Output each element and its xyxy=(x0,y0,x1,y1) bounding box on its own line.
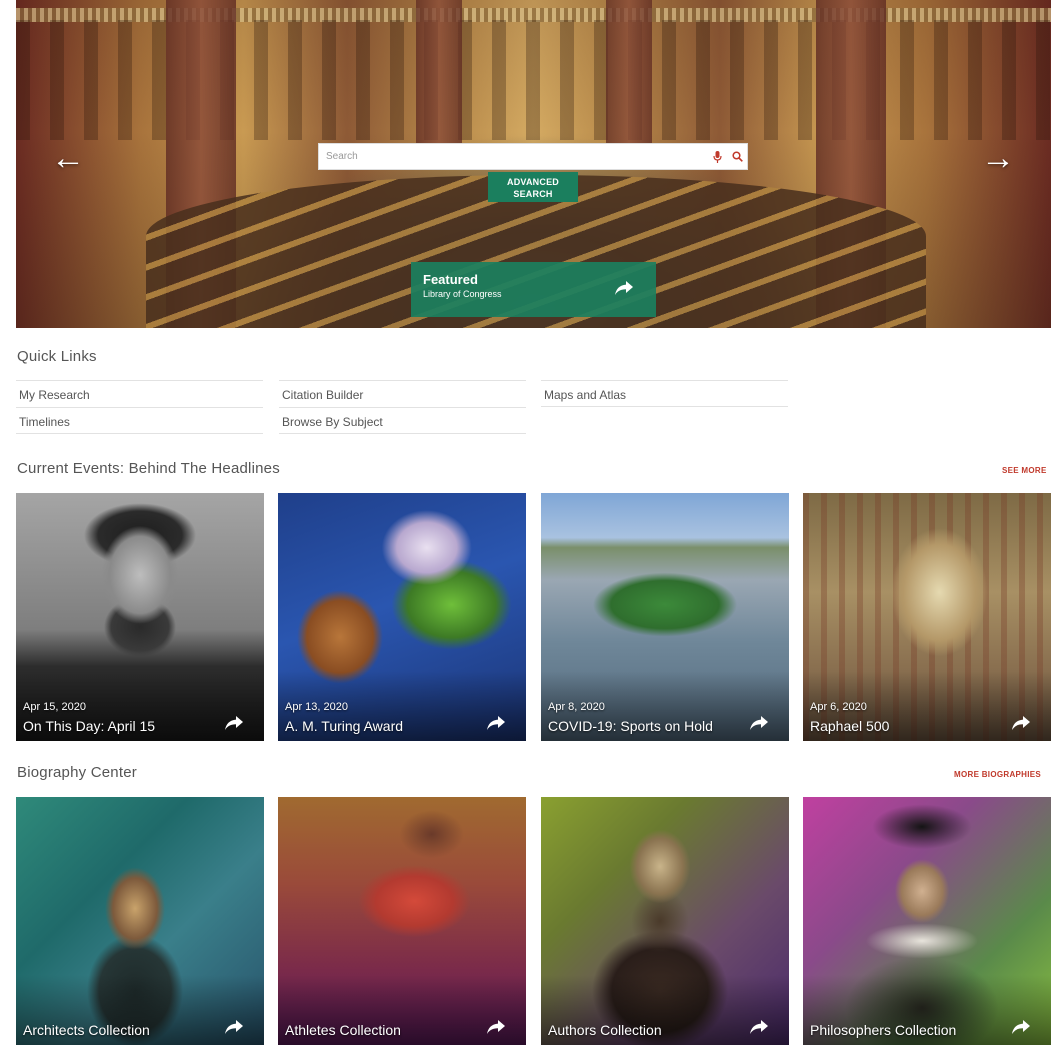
share-arrow-icon[interactable] xyxy=(1011,1019,1031,1035)
event-card-covid-sports[interactable]: Apr 8, 2020 COVID-19: Sports on Hold xyxy=(541,493,789,741)
event-card-date: Apr 8, 2020 xyxy=(548,701,605,713)
event-card-title: COVID-19: Sports on Hold xyxy=(548,718,713,734)
event-card-on-this-day[interactable]: Apr 15, 2020 On This Day: April 15 xyxy=(16,493,264,741)
microphone-icon[interactable] xyxy=(707,144,727,169)
share-arrow-icon[interactable] xyxy=(224,1019,244,1035)
quick-links-title: Quick Links xyxy=(17,348,97,365)
current-events-title: Current Events: Behind The Headlines xyxy=(17,460,280,477)
biography-center-title: Biography Center xyxy=(17,764,137,781)
bio-card-athletes[interactable]: Athletes Collection xyxy=(278,797,526,1045)
bio-card-philosophers[interactable]: Philosophers Collection xyxy=(803,797,1051,1045)
event-card-title: A. M. Turing Award xyxy=(285,718,404,734)
share-arrow-icon[interactable] xyxy=(749,1019,769,1035)
bio-card-architects[interactable]: Architects Collection xyxy=(16,797,264,1045)
search-bar xyxy=(318,143,748,170)
event-card-date: Apr 15, 2020 xyxy=(23,701,86,713)
featured-title: Featured xyxy=(423,272,478,287)
featured-banner[interactable]: Featured Library of Congress xyxy=(411,262,656,317)
featured-subtitle: Library of Congress xyxy=(423,289,502,299)
event-card-turing-award[interactable]: Apr 13, 2020 A. M. Turing Award xyxy=(278,493,526,741)
carousel-next-arrow-icon[interactable]: → xyxy=(980,140,1016,176)
share-arrow-icon[interactable] xyxy=(486,1019,506,1035)
quick-link-timelines[interactable]: Timelines xyxy=(16,407,263,434)
event-card-title: On This Day: April 15 xyxy=(23,718,156,734)
quick-link-browse-by-subject[interactable]: Browse By Subject xyxy=(279,407,526,434)
quick-link-my-research[interactable]: My Research xyxy=(16,380,263,407)
more-biographies-link[interactable]: MORE BIOGRAPHIES xyxy=(954,770,1041,779)
advanced-search-button[interactable]: ADVANCED SEARCH xyxy=(488,172,578,202)
event-card-title: Raphael 500 xyxy=(810,718,890,734)
quick-link-maps-and-atlas[interactable]: Maps and Atlas xyxy=(541,380,788,407)
bio-card-authors[interactable]: Authors Collection xyxy=(541,797,789,1045)
search-icon[interactable] xyxy=(727,144,747,169)
event-card-date: Apr 13, 2020 xyxy=(285,701,348,713)
bio-card-title: Philosophers Collection xyxy=(810,1022,957,1038)
search-input[interactable] xyxy=(319,144,707,169)
bio-card-title: Athletes Collection xyxy=(285,1022,401,1038)
share-arrow-icon[interactable] xyxy=(614,280,634,296)
bio-card-title: Authors Collection xyxy=(548,1022,662,1038)
carousel-prev-arrow-icon[interactable]: ← xyxy=(50,140,86,176)
see-more-link[interactable]: SEE MORE xyxy=(1002,466,1047,475)
share-arrow-icon[interactable] xyxy=(486,715,506,731)
event-card-raphael-500[interactable]: Apr 6, 2020 Raphael 500 xyxy=(803,493,1051,741)
event-card-date: Apr 6, 2020 xyxy=(810,701,867,713)
share-arrow-icon[interactable] xyxy=(749,715,769,731)
share-arrow-icon[interactable] xyxy=(1011,715,1031,731)
bio-card-title: Architects Collection xyxy=(23,1022,150,1038)
share-arrow-icon[interactable] xyxy=(224,715,244,731)
quick-link-citation-builder[interactable]: Citation Builder xyxy=(279,380,526,407)
